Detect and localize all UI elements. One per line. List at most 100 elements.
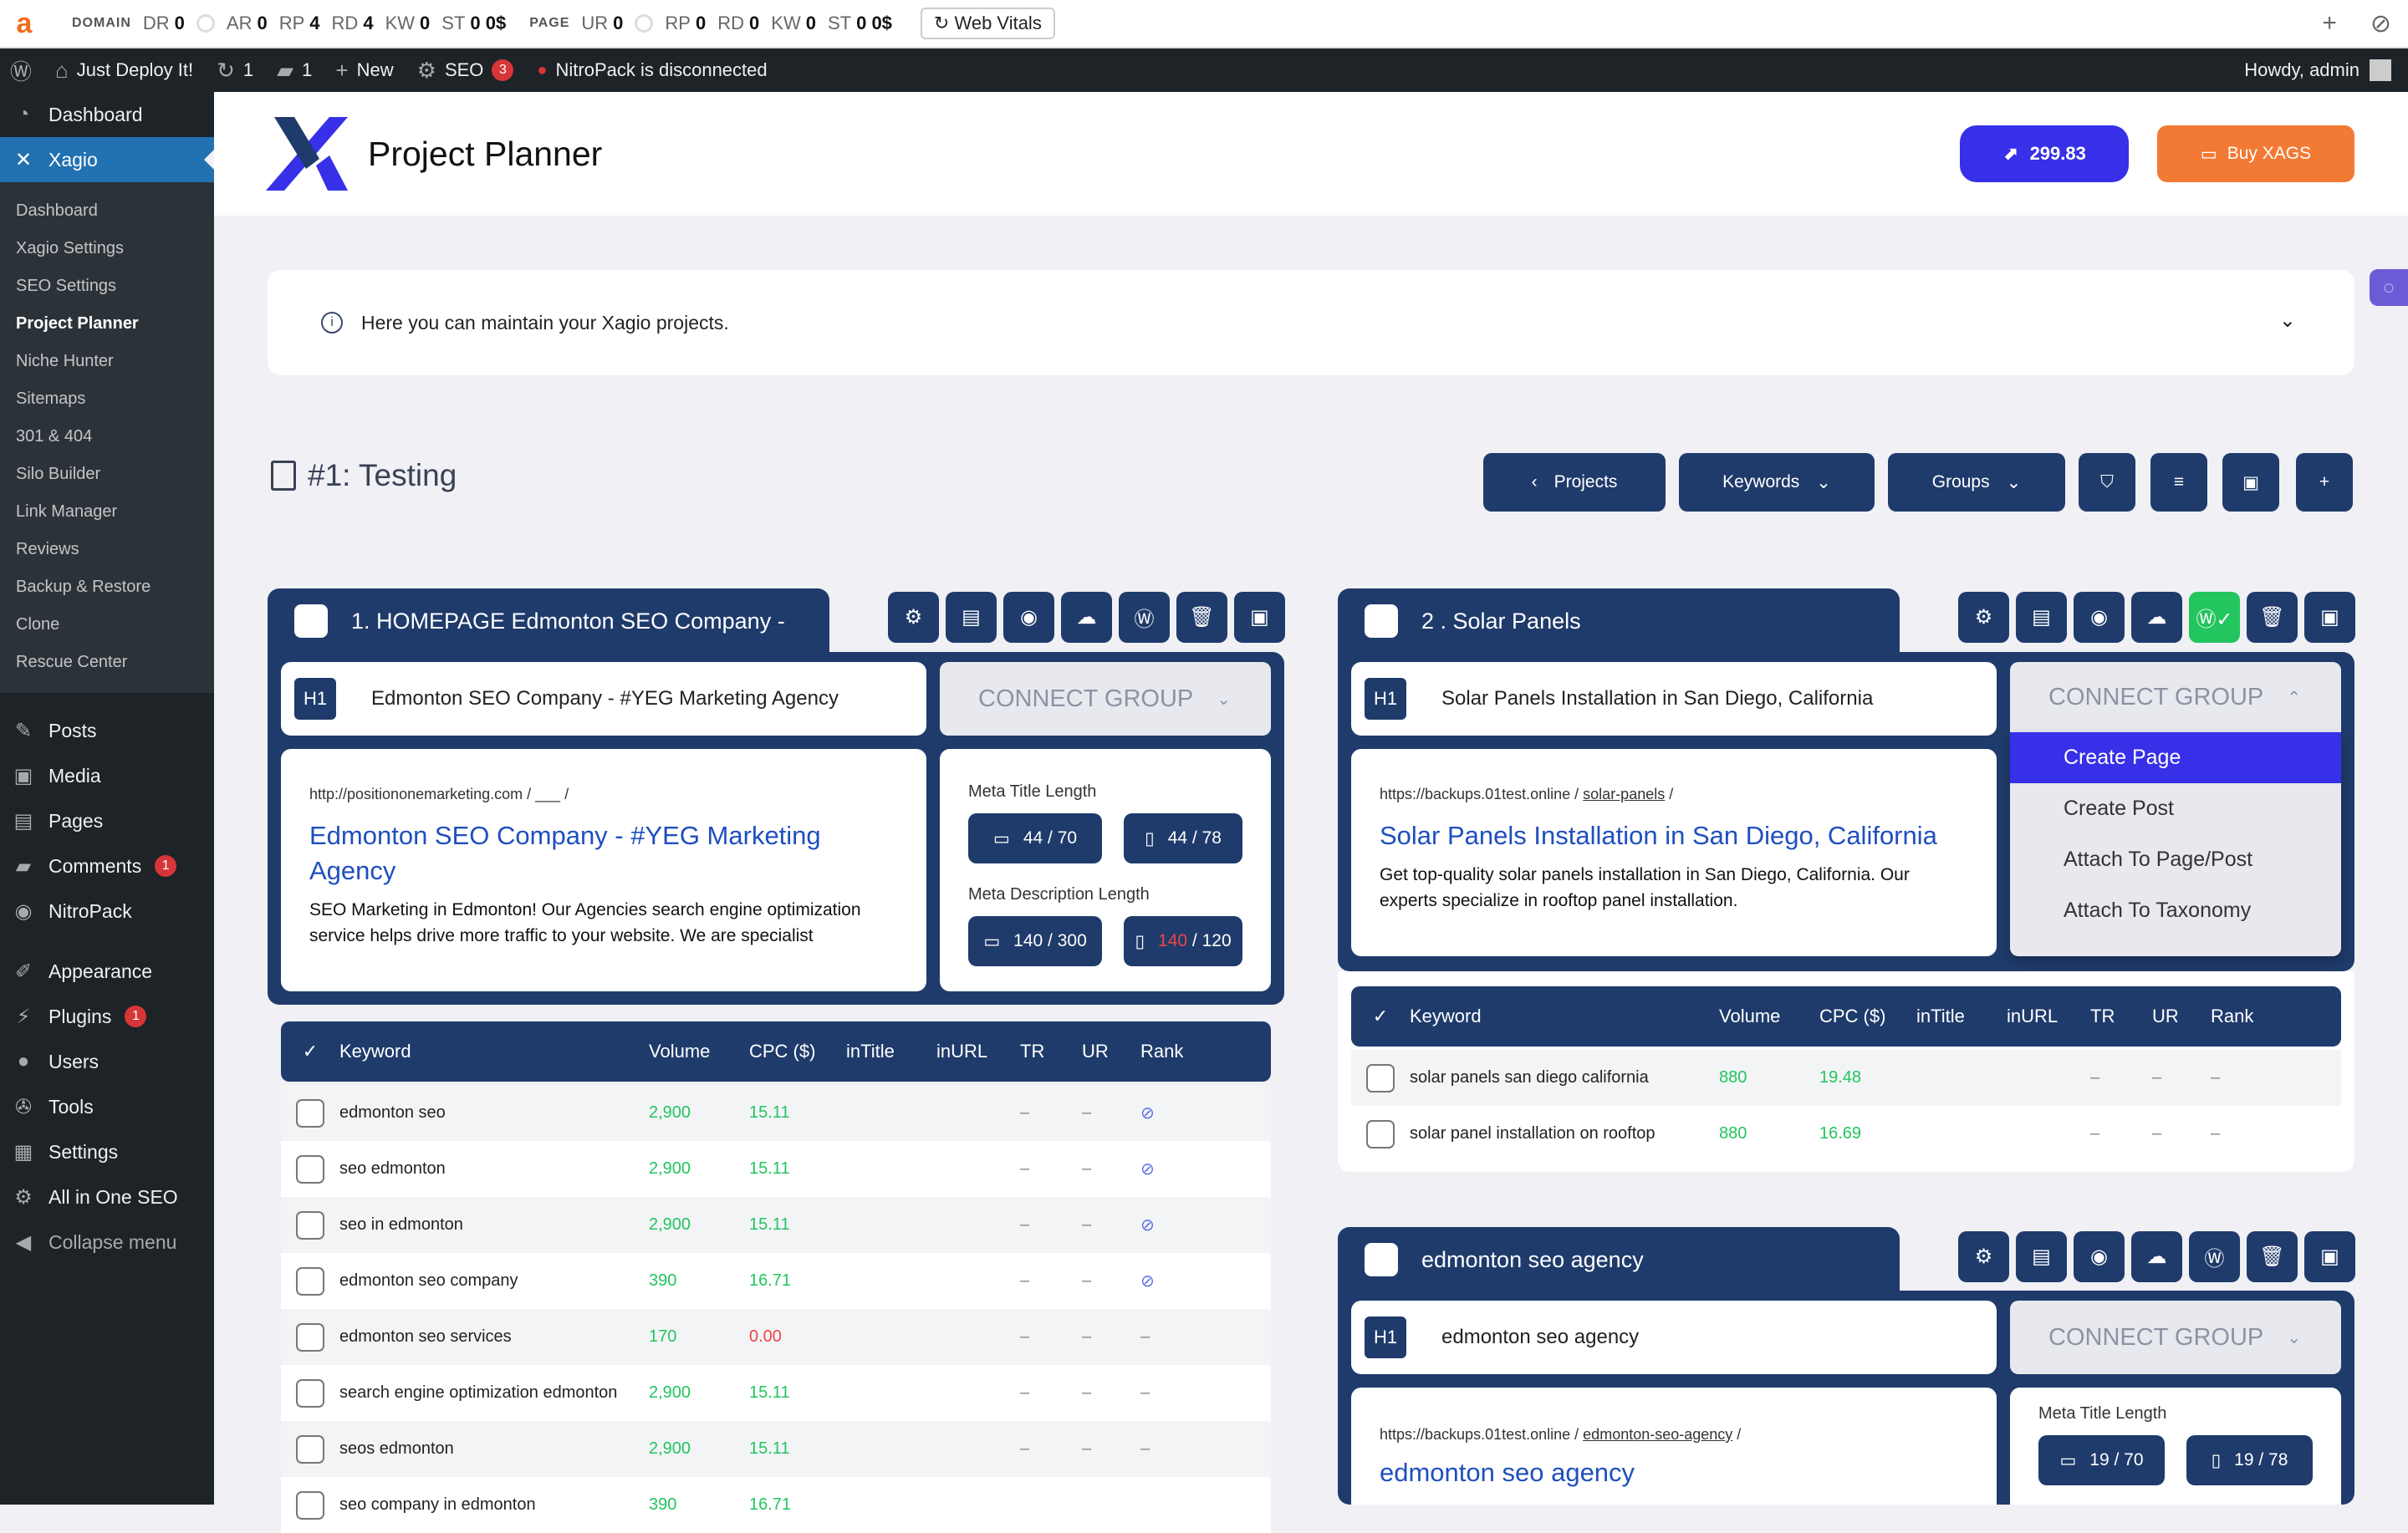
submenu-dashboard[interactable]: Dashboard — [0, 192, 214, 230]
submenu-xagio-settings[interactable]: Xagio Settings — [0, 230, 214, 267]
side-widget-icon[interactable]: ◌ — [2370, 269, 2408, 306]
menu-posts[interactable]: ✎ Posts — [0, 708, 214, 753]
wordpress-check-icon[interactable]: Ⓦ✓ — [2189, 592, 2240, 643]
group-1-checkbox[interactable] — [294, 604, 328, 638]
menu-xagio[interactable]: ✕ Xagio — [0, 137, 214, 182]
settings-icon[interactable]: ⚙ — [1958, 592, 2009, 643]
preview-description[interactable]: Get top-quality solar panels installatio… — [1380, 862, 1968, 914]
row-checkbox[interactable] — [296, 1490, 324, 1520]
settings-icon[interactable]: ⚙ — [1958, 1231, 2009, 1282]
save-icon[interactable]: ▣ — [1234, 592, 1285, 643]
eye-icon[interactable]: ◉ — [2074, 592, 2125, 643]
row-checkbox[interactable] — [296, 1266, 324, 1296]
notes-icon[interactable]: ▤ — [2016, 592, 2067, 643]
eye-icon[interactable]: ◉ — [2074, 1231, 2125, 1282]
menu-aioseo[interactable]: ⚙ All in One SEO — [0, 1174, 214, 1220]
menu-comments[interactable]: ▰ Comments 1 — [0, 843, 214, 889]
submenu-rescue-center[interactable]: Rescue Center — [0, 644, 214, 681]
buy-xags-button[interactable]: ▭ Buy XAGS — [2157, 125, 2354, 182]
column-header-rank[interactable]: Rank — [1140, 1041, 1187, 1062]
submenu-clone[interactable]: Clone — [0, 606, 214, 644]
save-icon[interactable]: ▣ — [2304, 1231, 2355, 1282]
row-checkbox[interactable] — [296, 1378, 324, 1408]
chevron-down-icon[interactable]: ⌄ — [2279, 308, 2296, 333]
row-checkbox[interactable] — [296, 1434, 324, 1464]
cloud-icon[interactable]: ☁ — [2131, 1231, 2182, 1282]
table-row[interactable]: edmonton seo 2,900 15.11 – – ⊘ — [281, 1085, 1271, 1141]
group-2-h1-text[interactable]: Solar Panels Installation in San Diego, … — [1441, 687, 1873, 710]
table-row[interactable]: seo edmonton 2,900 15.11 – – ⊘ — [281, 1141, 1271, 1197]
group-1-h1-text[interactable]: Edmonton SEO Company - #YEG Marketing Ag… — [371, 687, 839, 710]
save-button[interactable]: ▣ — [2222, 453, 2279, 512]
trash-icon[interactable]: 🗑 — [2247, 1231, 2298, 1282]
comments-link[interactable]: ▰ 1 — [277, 58, 312, 84]
table-row[interactable]: seo company in edmonton 390 16.71 — [281, 1477, 1271, 1533]
collapse-menu[interactable]: ◀ Collapse menu — [0, 1220, 214, 1265]
keyword-cell[interactable]: seo company in edmonton — [339, 1495, 649, 1515]
column-header-inurl[interactable]: inURL — [2007, 1006, 2090, 1027]
column-header-keyword[interactable]: Keyword — [339, 1041, 649, 1062]
wordpress-icon[interactable]: Ⓦ — [2189, 1231, 2240, 1282]
keyword-cell[interactable]: edmonton seo services — [339, 1327, 649, 1347]
keyword-cell[interactable]: solar panel installation on rooftop — [1410, 1124, 1719, 1143]
group-2-checkbox[interactable] — [1365, 604, 1398, 638]
menu-tools[interactable]: ✇ Tools — [0, 1084, 214, 1129]
column-header-tr[interactable]: TR — [2090, 1006, 2152, 1027]
menu-users[interactable]: ● Users — [0, 1039, 214, 1084]
url-slug[interactable]: ___ — [535, 786, 560, 802]
create-page-option[interactable]: Create Page — [2010, 732, 2341, 783]
menu-settings[interactable]: ▦ Settings — [0, 1129, 214, 1174]
cloud-icon[interactable]: ☁ — [1061, 592, 1112, 643]
add-group-button[interactable]: + — [2296, 453, 2353, 512]
submenu-niche-hunter[interactable]: Niche Hunter — [0, 343, 214, 380]
group-3-h1-text[interactable]: edmonton seo agency — [1441, 1326, 1639, 1349]
credits-button[interactable]: ⬈ 299.83 — [1960, 125, 2129, 182]
menu-dashboard[interactable]: ◔ Dashboard — [0, 92, 214, 137]
column-header-ur[interactable]: UR — [2152, 1006, 2211, 1027]
keyword-cell[interactable]: solar panels san diego california — [1410, 1068, 1719, 1087]
group-3-checkbox[interactable] — [1365, 1243, 1398, 1276]
nitropack-status[interactable]: ● NitroPack is disconnected — [537, 59, 767, 81]
preview-description[interactable]: SEO Marketing in Edmonton! Our Agencies … — [309, 897, 898, 949]
group-1-title[interactable]: 1. HOMEPAGE Edmonton SEO Company - — [351, 609, 785, 634]
web-vitals-button[interactable]: ↻ Web Vitals — [920, 8, 1055, 39]
submenu-seo-settings[interactable]: SEO Settings — [0, 267, 214, 305]
table-row[interactable]: seo in edmonton 2,900 15.11 – – ⊘ — [281, 1197, 1271, 1253]
trash-icon[interactable]: 🗑 — [2247, 592, 2298, 643]
column-header-rank[interactable]: Rank — [2211, 1006, 2258, 1027]
group-2-connect-group[interactable]: CONNECT GROUP ⌃ — [2010, 662, 2341, 732]
notes-icon[interactable]: ▤ — [2016, 1231, 2067, 1282]
menu-pages[interactable]: ▤ Pages — [0, 798, 214, 843]
select-all-check-icon[interactable]: ✓ — [281, 1041, 339, 1062]
row-checkbox[interactable] — [296, 1210, 324, 1240]
menu-media[interactable]: ▣ Media — [0, 753, 214, 798]
preview-title[interactable]: Edmonton SEO Company - #YEG Marketing Ag… — [309, 818, 898, 889]
ahrefs-logo[interactable]: a — [0, 0, 48, 47]
row-checkbox[interactable] — [1366, 1063, 1395, 1092]
menu-appearance[interactable]: ✐ Appearance — [0, 949, 214, 994]
updates-link[interactable]: ↻ 1 — [217, 58, 253, 84]
seo-menu[interactable]: ⚙ SEO 3 — [417, 58, 514, 84]
keywords-dropdown[interactable]: Keywords ⌄ — [1679, 453, 1875, 512]
groups-dropdown[interactable]: Groups ⌄ — [1888, 453, 2065, 512]
wordpress-icon[interactable]: Ⓦ — [1119, 592, 1170, 643]
column-header-inurl[interactable]: inURL — [936, 1041, 1020, 1062]
menu-plugins[interactable]: ⚡ Plugins 1 — [0, 994, 214, 1039]
attach-page-post-option[interactable]: Attach To Page/Post — [2010, 834, 2341, 885]
submenu-link-manager[interactable]: Link Manager — [0, 493, 214, 531]
disable-icon[interactable]: ⊘ — [2370, 9, 2391, 38]
plus-icon[interactable]: + — [2322, 9, 2337, 38]
attach-taxonomy-option[interactable]: Attach To Taxonomy — [2010, 885, 2341, 936]
notes-icon[interactable]: ▤ — [946, 592, 997, 643]
group-2-title[interactable]: 2 . Solar Panels — [1421, 609, 1581, 634]
column-header-tr[interactable]: TR — [1020, 1041, 1082, 1062]
menu-nitropack[interactable]: ◉ NitroPack — [0, 889, 214, 934]
settings-icon[interactable]: ⚙ — [888, 592, 939, 643]
column-header-intitle[interactable]: inTitle — [1916, 1006, 2007, 1027]
url-slug[interactable]: solar-panels — [1583, 786, 1665, 802]
group-3-connect-group[interactable]: CONNECT GROUP ⌄ — [2010, 1301, 2341, 1374]
group-3-title[interactable]: edmonton seo agency — [1421, 1247, 1644, 1273]
column-header-ur[interactable]: UR — [1082, 1041, 1140, 1062]
eye-icon[interactable]: ◉ — [1003, 592, 1054, 643]
submenu-sitemaps[interactable]: Sitemaps — [0, 380, 214, 418]
